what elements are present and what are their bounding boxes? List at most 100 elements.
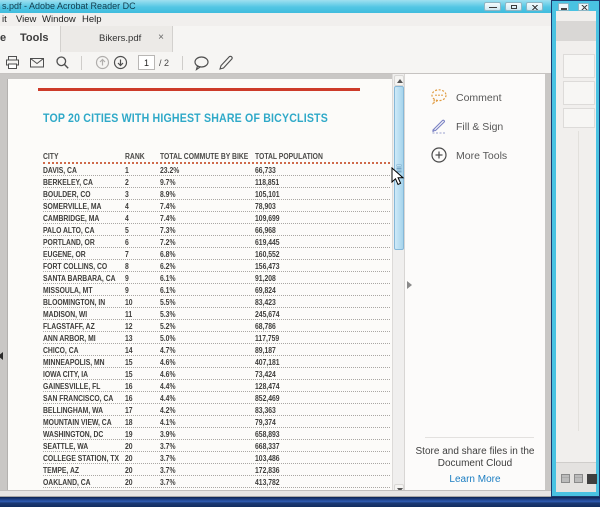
next-page-icon[interactable] (113, 55, 128, 70)
table-cell: 413,782 (255, 478, 280, 487)
table-cell: 2 (125, 178, 129, 187)
table-cell: 1 (125, 166, 129, 175)
table-cell: 20 (125, 454, 133, 463)
acrobat-window: s.pdf - Adobe Acrobat Reader DC it View … (0, 0, 551, 497)
minimize-icon (561, 8, 567, 10)
table-cell: 7 (125, 250, 129, 259)
table-cell: 852,469 (255, 394, 280, 403)
tab-document[interactable]: Bikers.pdf × (60, 26, 173, 52)
table-cell: 15 (125, 358, 133, 367)
table-cell: 19 (125, 430, 133, 439)
left-pane-toggle-icon[interactable] (0, 352, 3, 360)
sidebar-item-comment[interactable]: Comment (405, 86, 545, 110)
sidebar-divider (425, 437, 534, 438)
tab-home-partial[interactable]: e (0, 32, 6, 44)
table-cell: 83,363 (255, 406, 276, 415)
table-row: BELLINGHAM, WA174.2%83,363 (43, 404, 390, 416)
menu-window[interactable]: Window (42, 14, 76, 25)
table-cell: 668,337 (255, 442, 280, 451)
bgwin-minimize-button[interactable] (558, 3, 569, 11)
table-cell: 20 (125, 466, 133, 475)
screenshot-root: s.pdf - Adobe Acrobat Reader DC it View … (0, 0, 600, 507)
toolbar-separator (81, 56, 82, 70)
table-cell: 5.3% (160, 310, 175, 319)
table-cell: 4.4% (160, 382, 175, 391)
email-icon[interactable] (29, 55, 45, 70)
sidebar-item-more-tools[interactable]: More Tools (405, 144, 545, 168)
tab-close-icon[interactable]: × (158, 32, 164, 43)
tab-tools[interactable]: Tools (20, 32, 49, 44)
table-cell: 4.2% (160, 406, 175, 415)
table-cell: 103,486 (255, 454, 280, 463)
previous-page-icon[interactable] (95, 55, 110, 70)
maximize-button[interactable] (505, 2, 522, 11)
menu-bar: it View Window Help (0, 13, 551, 26)
bgwin-panel-box (563, 81, 595, 105)
background-window[interactable] (551, 0, 600, 497)
table-row: OAKLAND, CA203.7%413,782 (43, 476, 390, 488)
bgwin-close-button[interactable] (578, 3, 589, 11)
bgwin-header-band (556, 21, 596, 41)
menu-help[interactable]: Help (82, 14, 102, 25)
document-cloud-text-line2: Document Cloud (405, 458, 545, 469)
table-row: BERKELEY, CA29.7%118,851 (43, 176, 390, 188)
table-cell: 83,423 (255, 298, 276, 307)
plus-circle-icon (430, 146, 449, 164)
table-cell: 69,824 (255, 286, 276, 295)
table-cell: 160,552 (255, 250, 280, 259)
table-row: MOUNTAIN VIEW, CA184.1%79,374 (43, 416, 390, 428)
table-cell: 9 (125, 274, 129, 283)
comment-bubble-icon[interactable] (193, 55, 210, 71)
table-cell: 5 (125, 226, 129, 235)
toolbar-separator (182, 56, 183, 70)
close-button[interactable] (526, 2, 543, 11)
table-cell: 6.2% (160, 262, 175, 271)
grid-view-icon (561, 474, 570, 483)
pencil-icon[interactable] (218, 55, 234, 71)
table-cell: 3.9% (160, 430, 175, 439)
table-cell: 6 (125, 238, 129, 247)
menu-view[interactable]: View (16, 14, 36, 25)
page-number-input[interactable] (138, 55, 155, 70)
table-cell: 7.4% (160, 202, 175, 211)
scroll-up-button[interactable] (394, 75, 404, 86)
table-row: GAINESVILLE, FL164.4%128,474 (43, 380, 390, 392)
toolbar: / 2 (0, 52, 551, 74)
print-icon[interactable] (5, 55, 20, 70)
table-cell: 16 (125, 394, 133, 403)
table-cell: SAN FRANCISCO, CA (43, 394, 113, 403)
windows-taskbar[interactable] (0, 497, 600, 507)
bgwin-panel-box (563, 108, 595, 128)
table-cell: COLLEGE STATION, TX (43, 454, 119, 463)
table-cell: 6.8% (160, 250, 175, 259)
square-icon (587, 474, 597, 484)
table-row: MINNEAPOLIS, MN154.6%407,181 (43, 356, 390, 368)
vertical-scrollbar[interactable] (392, 74, 404, 497)
search-icon[interactable] (55, 55, 70, 70)
window-bottom-border (0, 490, 551, 497)
mouse-cursor (391, 167, 405, 187)
table-row: IOWA CITY, IA154.6%73,424 (43, 368, 390, 380)
table-row: DAVIS, CA123.2%66,733 (43, 164, 390, 176)
table-cell: 619,445 (255, 238, 280, 247)
table-cell: 4.4% (160, 394, 175, 403)
table-cell: 7.3% (160, 226, 175, 235)
learn-more-link[interactable]: Learn More (405, 474, 545, 485)
table-cell: 23.2% (160, 166, 179, 175)
table-cell: 91,208 (255, 274, 276, 283)
sidebar-item-label: Comment (456, 92, 502, 104)
menu-edit-partial[interactable]: it (2, 14, 7, 25)
bgwin-panel-box (563, 54, 595, 78)
table-cell: 8.9% (160, 190, 175, 199)
table-cell: 3 (125, 190, 129, 199)
table-cell: EUGENE, OR (43, 250, 86, 259)
minimize-button[interactable] (484, 2, 501, 11)
table-row: ANN ARBOR, MI135.0%117,759 (43, 332, 390, 344)
page-total-label: / 2 (159, 58, 169, 68)
sidebar-item-fill-sign[interactable]: Fill & Sign (405, 115, 545, 139)
pane-toggle-icon[interactable] (407, 281, 412, 289)
bgwin-statusbar (556, 462, 596, 492)
column-header-population: TOTAL POPULATION (255, 152, 323, 161)
table-cell: WASHINGTON, DC (43, 430, 103, 439)
table-cell: 658,893 (255, 430, 280, 439)
